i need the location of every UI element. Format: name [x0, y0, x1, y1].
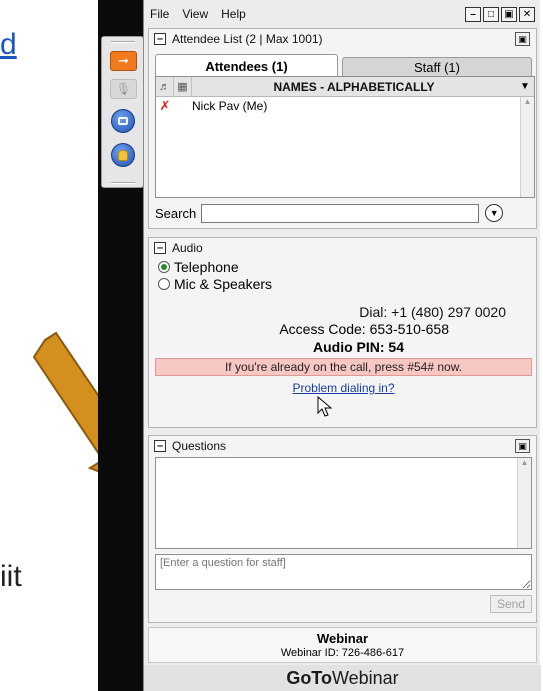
problem-dialing-link[interactable]: Problem dialing in? [149, 381, 538, 395]
mic-icon[interactable]: 🎙 [110, 79, 137, 99]
collapse-icon[interactable]: – [154, 440, 166, 452]
cursor-shape [317, 396, 333, 417]
radio-icon[interactable] [158, 277, 170, 290]
raise-hand-icon[interactable] [111, 143, 135, 167]
search-options-icon[interactable]: ▼ [485, 204, 504, 222]
audio-title: Audio [172, 241, 203, 255]
mic-column-icon[interactable]: ♬ [156, 76, 174, 97]
questions-header: – Questions [149, 436, 536, 456]
popout-pane-icon[interactable]: ▣ [515, 439, 530, 453]
attendee-list-header: – Attendee List (2 | Max 1001) [149, 29, 536, 49]
call-alert: If you're already on the call, press #54… [155, 358, 532, 376]
brand-rest: Webinar [331, 668, 399, 688]
attendee-tabs: Attendees (1) Staff (1) [155, 54, 535, 77]
questions-log: ▲ [155, 457, 532, 549]
popout-icon[interactable]: ▣ [501, 7, 517, 22]
screen-icon[interactable] [111, 109, 135, 133]
brand-bold: GoTo [286, 668, 332, 688]
attendee-table: ♬ ▦ NAMES - ALPHABETICALLY ▼ ✗ Nick Pav … [155, 76, 535, 198]
menu-help[interactable]: Help [221, 7, 246, 21]
tab-attendees[interactable]: Attendees (1) [155, 54, 338, 77]
menu-file[interactable]: File [150, 7, 169, 21]
muted-mic-icon[interactable]: ✗ [156, 98, 174, 114]
mouse-cursor-icon [317, 396, 333, 417]
table-row[interactable]: ✗ Nick Pav (Me) [156, 97, 534, 114]
audio-pin-info: Audio PIN: 54 [149, 339, 404, 355]
telephone-option[interactable]: Telephone [149, 258, 536, 275]
questions-title: Questions [172, 439, 227, 453]
collapse-icon[interactable]: – [154, 33, 166, 45]
mic-speakers-option[interactable]: Mic & Speakers [149, 275, 536, 292]
access-code-info: Access Code: 653-510-658 [149, 321, 449, 337]
grab-tab[interactable]: ➞ 🎙 [101, 36, 144, 188]
arrow-icon[interactable]: ➞ [110, 51, 137, 71]
screen-column-icon[interactable]: ▦ [174, 76, 192, 97]
restore-icon[interactable]: □ [483, 7, 499, 22]
webinar-id-label: Webinar ID: [280, 647, 339, 659]
access-code-value: 653-510-658 [369, 321, 449, 337]
attendee-list-title: Attendee List [172, 32, 243, 46]
telephone-label: Telephone [174, 258, 239, 275]
dial-number: +1 (480) 297 0020 [391, 304, 506, 320]
grip-bottom-icon [111, 182, 135, 184]
webinar-info: Webinar Webinar ID: 726-486-617 [148, 627, 537, 663]
attendee-table-header: ♬ ▦ NAMES - ALPHABETICALLY ▼ [156, 76, 534, 97]
window-controls: – □ ▣ ✕ [465, 7, 535, 22]
chevron-down-icon[interactable]: ▼ [516, 81, 534, 92]
menu-view[interactable]: View [182, 7, 208, 21]
audio-pin-label: Audio PIN: [312, 339, 385, 355]
search-row: Search ▼ [155, 203, 535, 223]
search-label: Search [155, 205, 197, 221]
attendee-count: (2 | Max 1001) [245, 32, 323, 46]
webinar-title: Webinar [316, 631, 369, 646]
tab-staff[interactable]: Staff (1) [342, 57, 532, 76]
popout-pane-icon[interactable]: ▣ [515, 32, 530, 46]
audio-pin-value: 54 [388, 339, 404, 355]
screenshot: d iit ➞ 🎙 File View Help – □ ▣ ✕ – Atten… [0, 0, 543, 691]
access-code-label: Access Code: [279, 321, 366, 337]
gotowebinar-logo: GoToWebinar [144, 665, 541, 691]
question-input[interactable] [155, 554, 532, 590]
audio-header: – Audio [149, 238, 536, 258]
dial-label: Dial: [359, 304, 388, 320]
slide-text-fragment: iit [0, 560, 22, 593]
collapse-icon[interactable]: – [154, 242, 166, 254]
audio-pane: – Audio Telephone Mic & Speakers Dial: +… [148, 237, 537, 428]
attendee-name: Nick Pav (Me) [192, 98, 268, 113]
search-input[interactable] [201, 203, 480, 223]
dial-info: Dial: +1 (480) 297 0020 [176, 304, 506, 321]
attendee-scrollbar[interactable]: ▲ [520, 97, 534, 197]
menu-bar: File View Help – □ ▣ ✕ [144, 0, 541, 28]
attendee-list-pane: – Attendee List (2 | Max 1001) ▣ Attende… [148, 28, 537, 229]
names-column-header[interactable]: NAMES - ALPHABETICALLY [192, 80, 516, 94]
questions-pane: – Questions ▣ ▲ Send [148, 435, 537, 623]
questions-scrollbar[interactable]: ▲ [517, 458, 531, 548]
grip-icon[interactable] [111, 41, 135, 43]
webinar-id: Webinar ID: 726-486-617 [149, 647, 536, 659]
radio-selected-icon[interactable] [158, 260, 170, 273]
control-panel: File View Help – □ ▣ ✕ – Attendee List (… [143, 0, 541, 691]
webinar-id-value: 726-486-617 [341, 647, 405, 659]
close-icon[interactable]: ✕ [519, 7, 535, 22]
minimize-icon[interactable]: – [465, 7, 481, 22]
send-button[interactable]: Send [490, 595, 532, 613]
mic-speakers-label: Mic & Speakers [174, 275, 273, 292]
